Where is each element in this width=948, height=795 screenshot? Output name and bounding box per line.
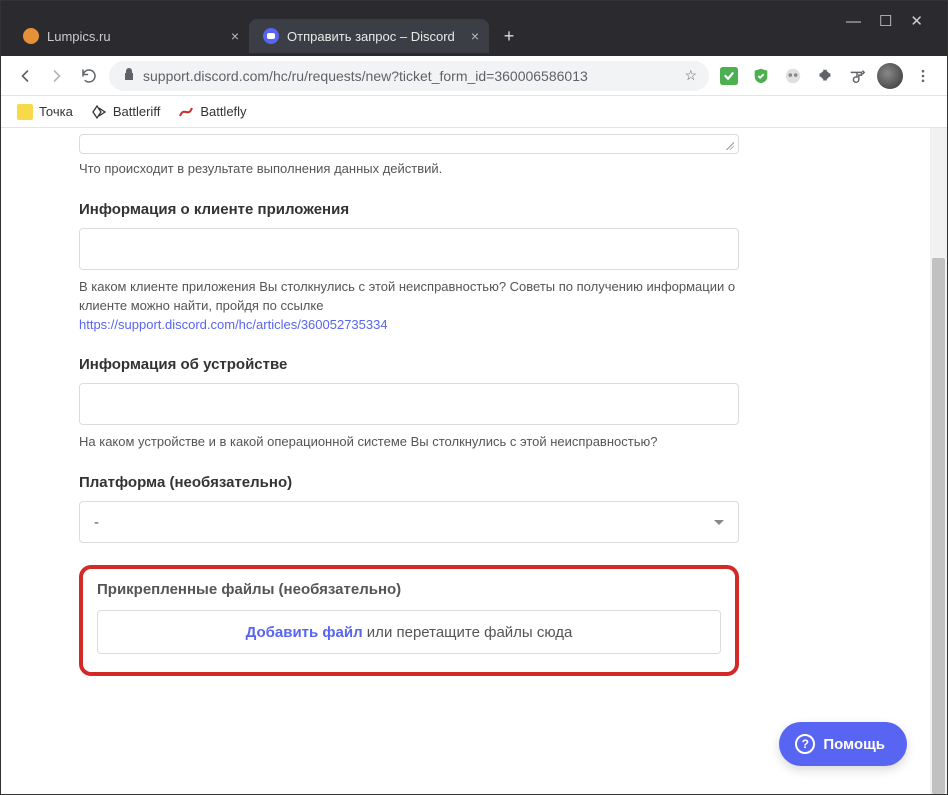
close-icon[interactable]: ×	[231, 28, 239, 44]
chevron-down-icon	[714, 520, 724, 525]
textarea-help-text: Что происходит в результате выполнения д…	[79, 160, 739, 179]
url-text: support.discord.com/hc/ru/requests/new?t…	[143, 68, 588, 84]
close-icon[interactable]: ×	[471, 28, 479, 44]
tab-strip: Lumpics.ru × Отправить запрос – Discord …	[1, 16, 947, 56]
window-titlebar	[1, 1, 947, 16]
tab-discord-request[interactable]: Отправить запрос – Discord ×	[249, 19, 489, 53]
bookmark-icon	[17, 104, 33, 120]
client-info-help-link[interactable]: https://support.discord.com/hc/articles/…	[79, 317, 388, 332]
extension-ublock[interactable]	[717, 64, 741, 88]
description-textarea[interactable]	[79, 134, 739, 154]
bookmark-label: Точка	[39, 104, 73, 119]
device-info-label: Информация об устройстве	[79, 356, 739, 373]
attachments-highlight: Прикрепленные файлы (необязательно) Доба…	[79, 565, 739, 676]
toolbar: support.discord.com/hc/ru/requests/new?t…	[1, 56, 947, 96]
extension-yandex[interactable]	[781, 64, 805, 88]
help-widget-label: Помощь	[823, 736, 885, 753]
device-info-input[interactable]	[79, 383, 739, 425]
favicon-lumpics	[23, 28, 39, 44]
request-form: Что происходит в результате выполнения д…	[79, 134, 739, 676]
close-window-icon[interactable]: ✕	[910, 12, 923, 30]
media-control-icon[interactable]	[845, 64, 869, 88]
client-info-input[interactable]	[79, 228, 739, 270]
scrollbar-track[interactable]	[930, 128, 947, 794]
tab-lumpics[interactable]: Lumpics.ru ×	[9, 19, 249, 53]
profile-avatar[interactable]	[877, 63, 903, 89]
reload-button[interactable]	[77, 64, 101, 88]
maximize-icon[interactable]: ☐	[879, 12, 892, 30]
bookmark-battleriff[interactable]: Battleriff	[91, 104, 160, 120]
bookmark-label: Battlefly	[200, 104, 246, 119]
attachments-dropzone[interactable]: Добавить файл или перетащите файлы сюда	[97, 610, 721, 654]
device-info-help: На каком устройстве и в какой операционн…	[79, 433, 739, 452]
favicon-discord	[263, 28, 279, 44]
platform-label: Платформа (необязательно)	[79, 474, 739, 491]
forward-button[interactable]	[45, 64, 69, 88]
tab-title: Lumpics.ru	[47, 29, 225, 44]
viewport: Что происходит в результате выполнения д…	[1, 128, 947, 794]
bookmark-icon	[178, 104, 194, 120]
address-bar[interactable]: support.discord.com/hc/ru/requests/new?t…	[109, 61, 709, 91]
extension-adguard[interactable]	[749, 64, 773, 88]
drag-hint-text: или перетащите файлы сюда	[363, 624, 573, 641]
client-info-help: В каком клиенте приложения Вы столкнулис…	[79, 278, 739, 335]
back-button[interactable]	[13, 64, 37, 88]
client-info-help-text: В каком клиенте приложения Вы столкнулис…	[79, 279, 735, 313]
kebab-menu-icon[interactable]	[911, 64, 935, 88]
bookmark-label: Battleriff	[113, 104, 160, 119]
tab-title: Отправить запрос – Discord	[287, 29, 465, 44]
bookmarks-bar: Точка Battleriff Battlefly	[1, 96, 947, 128]
add-file-link[interactable]: Добавить файл	[246, 624, 363, 641]
attachments-label: Прикрепленные файлы (необязательно)	[97, 581, 721, 598]
extensions-menu-icon[interactable]	[813, 64, 837, 88]
minimize-icon[interactable]: —	[846, 13, 861, 30]
help-icon: ?	[795, 734, 815, 754]
bookmark-icon	[91, 104, 107, 120]
platform-select[interactable]: -	[79, 501, 739, 543]
help-widget-button[interactable]: ? Помощь	[779, 722, 907, 766]
platform-selected-value: -	[94, 514, 99, 531]
scrollbar-thumb[interactable]	[932, 258, 945, 794]
lock-icon	[123, 67, 135, 84]
bookmark-star-icon[interactable]: ☆	[684, 67, 697, 84]
window-controls: — ☐ ✕	[836, 1, 947, 41]
page-content: Что происходит в результате выполнения д…	[1, 128, 930, 794]
new-tab-button[interactable]: +	[495, 22, 523, 50]
bookmark-tochka[interactable]: Точка	[17, 104, 73, 120]
bookmark-battlefly[interactable]: Battlefly	[178, 104, 246, 120]
client-info-label: Информация о клиенте приложения	[79, 201, 739, 218]
